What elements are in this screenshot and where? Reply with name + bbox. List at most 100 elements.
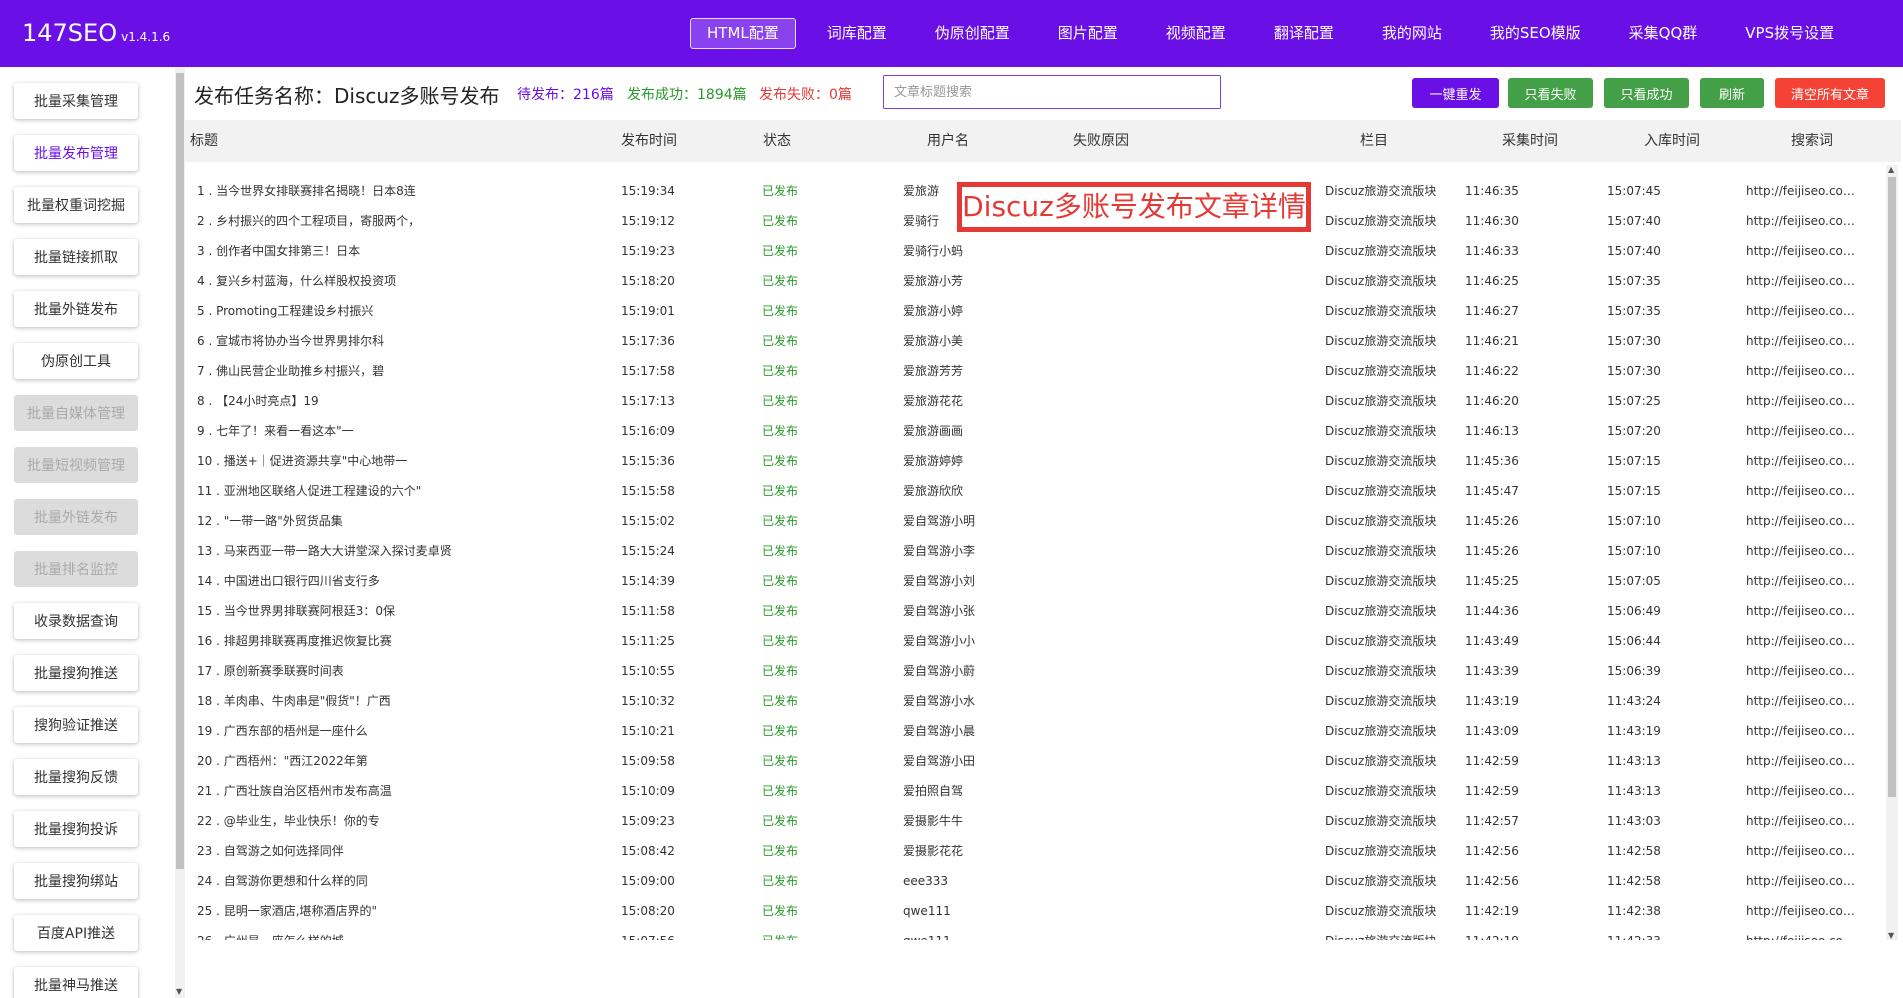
cell-入库时间: 11:43:13 [1607,754,1661,768]
action-button-1[interactable]: 只看失败 [1508,78,1593,108]
nav-item-7[interactable]: 我的SEO模版 [1473,18,1598,49]
table-row[interactable]: 3 . 创作者中国女排第三！日本 15:19:23 已发布 爱骑行小蚂 Discuz旅游… [185,236,1885,266]
table-row[interactable]: 15 . 当今世界男排联赛阿根廷3：0保 15:11:58 已发布 爱自驾游小张 Dis… [185,596,1885,626]
table-row[interactable]: 9 . 七年了！来看一看这本"一 15:16:09 已发布 爱旅游画画 Discuz旅游… [185,416,1885,446]
cell-状态: 已发布 [762,184,799,198]
cell-标题: 2 . 乡村振兴的四个工程项目，寄服两个， [197,214,421,228]
table-row[interactable]: 22 . @毕业生，毕业快乐！你的专 15:09:23 已发布 爱摄影牛牛 Discuz… [185,806,1885,836]
scroll-up-arrow-icon[interactable]: ▲ [1888,165,1894,174]
table-row[interactable]: 24 . 自驾游你更想和什么样的同 15:09:00 已发布 eee333 Discuz… [185,866,1885,896]
sidebar-item-4[interactable]: 批量外链发布 [14,291,138,327]
column-header-4[interactable]: 失败原因 [1073,120,1129,162]
cell-用户名: 爱旅游婷婷 [903,454,964,468]
column-header-8[interactable]: 搜索词 [1791,120,1833,162]
column-header-7[interactable]: 入库时间 [1644,120,1700,162]
action-button-3[interactable]: 刷新 [1700,78,1764,108]
cell-入库时间: 15:07:30 [1607,364,1661,378]
cell-入库时间: 15:07:10 [1607,514,1661,528]
table-row[interactable]: 19 . 广西东部的梧州是一座什么 15:10:21 已发布 爱自驾游小晨 Discuz… [185,716,1885,746]
column-header-1[interactable]: 发布时间 [621,120,677,162]
cell-搜索词: http://feijiseo.com/index [1746,724,1858,738]
cell-用户名: 爱摄影牛牛 [903,814,964,828]
cell-状态: 已发布 [762,724,799,738]
table-row[interactable]: 18 . 羊肉串、牛肉串是"假货"！广西 15:10:32 已发布 爱自驾游小水 Dis… [185,686,1885,716]
sidebar-item-13[interactable]: 批量搜狗反馈 [14,759,138,795]
table-row[interactable]: 17 . 原创新赛季联赛时间表 15:10:55 已发布 爱自驾游小蔚 Discuz旅游… [185,656,1885,686]
table-row[interactable]: 21 . 广西壮族自治区梧州市发布高温 15:10:09 已发布 爱拍照自驾 Discu… [185,776,1885,806]
nav-item-4[interactable]: 视频配置 [1149,18,1243,49]
table-row[interactable]: 14 . 中国进出口银行四川省支行多 15:14:39 已发布 爱自驾游小刘 Discu… [185,566,1885,596]
cell-搜索词: http://feijiseo.com/index [1746,694,1858,708]
table-row[interactable]: 10 . 播送+｜促进资源共享"中心地带一 15:15:36 已发布 爱旅游婷婷 Dis… [185,446,1885,476]
nav-item-5[interactable]: 翻译配置 [1257,18,1351,49]
sidebar-scrollbar-thumb[interactable] [176,73,184,869]
nav-item-2[interactable]: 伪原创配置 [918,18,1027,49]
sidebar-item-15[interactable]: 批量搜狗绑站 [14,863,138,899]
table-row[interactable]: 7 . 佛山民营企业助推乡村振兴，碧 15:17:58 已发布 爱旅游芳芳 Discuz… [185,356,1885,386]
nav-item-0[interactable]: HTML配置 [690,18,796,49]
cell-状态: 已发布 [762,424,799,438]
column-header-3[interactable]: 用户名 [927,120,969,162]
table-row[interactable]: 12 . "一带一路"外贸货品集 15:15:02 已发布 爱自驾游小明 Discuz旅… [185,506,1885,536]
action-button-4[interactable]: 清空所有文章 [1775,78,1885,108]
sidebar-item-14[interactable]: 批量搜狗投诉 [14,811,138,847]
sidebar-item-5[interactable]: 伪原创工具 [14,343,138,379]
sidebar-item-16[interactable]: 百度API推送 [14,915,138,951]
table-header: 标题 发布时间 状态 用户名 失败原因 栏目 采集时间 入库时间 搜索词 [185,120,1901,162]
table-row[interactable]: 16 . 排超男排联赛再度推迟恢复比赛 15:11:25 已发布 爱自驾游小小 Disc… [185,626,1885,656]
cell-采集时间: 11:44:36 [1465,604,1519,618]
cell-搜索词: http://feijiseo.com/index [1746,544,1858,558]
cell-标题: 1 . 当今世界女排联赛排名揭晓！日本8连 [197,184,416,198]
sidebar-item-11[interactable]: 批量搜狗推送 [14,655,138,691]
cell-状态: 已发布 [762,364,799,378]
table-row[interactable]: 13 . 马来西亚一带一路大大讲堂深入探讨麦卓贤 15:15:24 已发布 爱自驾游小… [185,536,1885,566]
column-header-6[interactable]: 采集时间 [1502,120,1558,162]
cell-入库时间: 15:07:45 [1607,184,1661,198]
table-row[interactable]: 20 . 广西梧州："西江2022年第 15:09:58 已发布 爱自驾游小田 Disc… [185,746,1885,776]
cell-发布时间: 15:17:36 [621,334,675,348]
table-row[interactable]: 25 . 昆明一家酒店,堪称酒店界的" 15:08:20 已发布 qwe111 Disc… [185,896,1885,926]
table-row[interactable]: 6 . 宣城市将协办当今世界男排尔科 15:17:36 已发布 爱旅游小美 Discuz… [185,326,1885,356]
sidebar-item-0[interactable]: 批量采集管理 [14,83,138,119]
column-header-0[interactable]: 标题 [190,120,218,162]
action-button-2[interactable]: 只看成功 [1604,78,1689,108]
cell-入库时间: 15:07:35 [1607,304,1661,318]
cell-发布时间: 15:17:58 [621,364,675,378]
cell-栏目: Discuz旅游交流版块 [1325,754,1437,768]
table-row[interactable]: 23 . 自驾游之如何选择同伴 15:08:42 已发布 爱摄影花花 Discuz旅游交… [185,836,1885,866]
nav-item-8[interactable]: 采集QQ群 [1612,18,1715,49]
sidebar-item-1[interactable]: 批量发布管理 [14,135,138,171]
column-header-2[interactable]: 状态 [763,120,791,162]
cell-栏目: Discuz旅游交流版块 [1325,664,1437,678]
sidebar-item-17[interactable]: 批量神马推送 [14,967,138,998]
table-scrollbar[interactable]: ▲ ▼ [1886,165,1898,940]
sidebar-item-10[interactable]: 收录数据查询 [14,603,138,639]
sidebar-scrollbar[interactable]: ▼ [175,67,185,998]
nav-item-6[interactable]: 我的网站 [1365,18,1459,49]
action-button-0[interactable]: 一键重发 [1412,78,1499,108]
cell-入库时间: 15:06:39 [1607,664,1661,678]
scroll-down-arrow-icon[interactable]: ▼ [1888,931,1894,940]
cell-用户名: 爱旅游小婷 [903,304,964,318]
sidebar-item-3[interactable]: 批量链接抓取 [14,239,138,275]
nav-item-3[interactable]: 图片配置 [1041,18,1135,49]
nav-item-9[interactable]: VPS拨号设置 [1728,18,1851,49]
table-row[interactable]: 11 . 亚洲地区联络人促进工程建设的六个" 15:15:58 已发布 爱旅游欣欣 Di… [185,476,1885,506]
scroll-down-arrow-icon[interactable]: ▼ [176,987,182,996]
cell-用户名: 爱自驾游小刘 [903,574,976,588]
cell-搜索词: http://feijiseo.com/index [1746,754,1858,768]
column-header-5[interactable]: 栏目 [1360,120,1388,162]
cell-栏目: Discuz旅游交流版块 [1325,926,1436,940]
sidebar-item-2[interactable]: 批量权重词挖掘 [14,187,138,223]
table-row[interactable]: 8 . 【24小时亮点】19 15:17:13 已发布 爱旅游花花 Discuz旅游交流… [185,386,1885,416]
cell-发布时间: 15:16:09 [621,424,675,438]
sidebar-item-12[interactable]: 搜狗验证推送 [14,707,138,743]
table-row[interactable]: 5 . Promoting工程建设乡村振兴 15:19:01 已发布 爱旅游小婷 Dis… [185,296,1885,326]
cell-标题: 8 . 【24小时亮点】19 [197,394,319,408]
nav-item-1[interactable]: 词库配置 [810,18,904,49]
table-row[interactable]: 4 . 复兴乡村蓝海，什么样股权投资项 15:18:20 已发布 爱旅游小芳 Discu… [185,266,1885,296]
task-title: 发布任务名称：Discuz多账号发布 [194,84,500,108]
title-search-input[interactable] [883,75,1221,109]
table-row[interactable]: 26 . 广州是一座怎么样的城 15:07:56 已发布 qwe111 Discuz旅游… [185,926,1885,940]
table-scrollbar-thumb[interactable] [1888,177,1896,797]
